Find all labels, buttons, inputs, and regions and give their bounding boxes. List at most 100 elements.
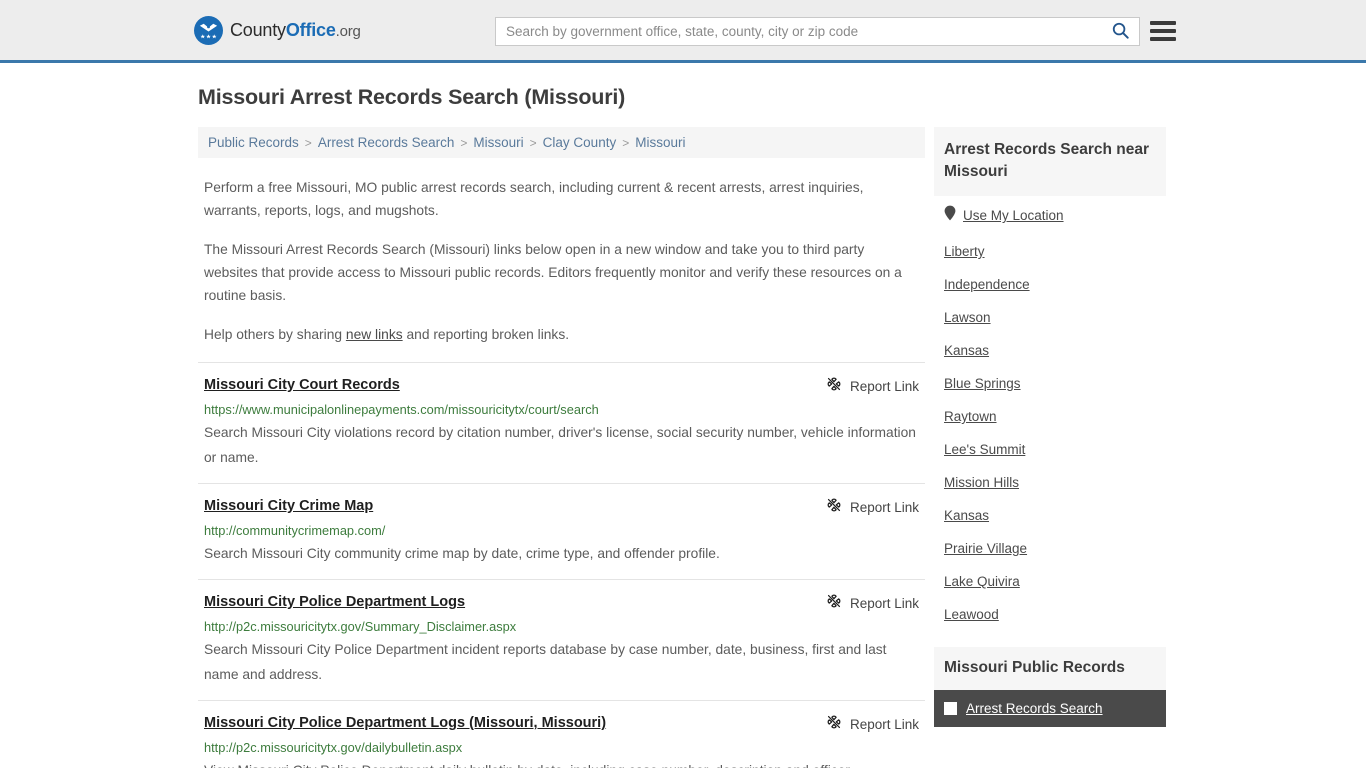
map-pin-icon <box>944 205 956 226</box>
result-description: Search Missouri City violations record b… <box>204 425 916 465</box>
use-my-location-label: Use My Location <box>963 208 1064 223</box>
result-header: Missouri City Crime Map Report Link <box>204 496 919 518</box>
eagle-shield-logo-icon <box>194 15 223 45</box>
sidebar-item-arrest-records-search[interactable]: Arrest Records Search <box>934 690 1166 727</box>
report-link-button[interactable]: Report Link <box>826 714 919 735</box>
result-header: Missouri City Police Department Logs (Mi… <box>204 713 919 735</box>
sidebar-city-label: Lake Quivira <box>944 574 1020 589</box>
sidebar-item-city[interactable]: Mission Hills <box>934 466 1166 499</box>
sidebar-city-label: Lee's Summit <box>944 442 1026 457</box>
intro-p3-before: Help others by sharing <box>204 327 346 342</box>
result-item: Missouri City Police Department Logs Repo… <box>198 579 925 700</box>
breadcrumb: Public Records > Arrest Records Search > Mis… <box>198 127 925 158</box>
sidebar-active-label: Arrest Records Search <box>966 701 1103 716</box>
result-url[interactable]: http://p2c.missouricitytx.gov/Summary_Di… <box>204 618 919 636</box>
sidebar-city-label: Prairie Village <box>944 541 1028 556</box>
logo-part-county: County <box>230 19 286 40</box>
breadcrumb-item[interactable]: Missouri <box>473 135 523 150</box>
sidebar-item-city[interactable]: Independence <box>934 268 1166 301</box>
result-url[interactable]: http://communitycrimemap.com/ <box>204 522 919 540</box>
intro-paragraph-3: Help others by sharing new links and rep… <box>204 323 919 346</box>
result-header: Missouri City Police Department Logs Repo… <box>204 592 919 614</box>
sidebar-city-label: Kansas <box>944 508 990 523</box>
sidebar-city-label: Raytown <box>944 409 997 424</box>
site-logo[interactable]: CountyOffice.org <box>194 15 361 45</box>
result-item: Missouri City Police Department Logs (Mi… <box>198 700 925 768</box>
sidebar-item-city[interactable]: Leawood <box>934 598 1166 631</box>
breadcrumb-item[interactable]: Missouri <box>635 135 685 150</box>
search-input[interactable] <box>496 18 1101 45</box>
sidebar-item-city[interactable]: Liberty <box>934 235 1166 268</box>
result-item: Missouri City Crime Map Report Link http:/… <box>198 483 925 579</box>
broken-link-icon <box>826 714 842 735</box>
main-column: Public Records > Arrest Records Search > Mis… <box>198 127 925 768</box>
report-link-button[interactable]: Report Link <box>826 593 919 614</box>
active-marker-icon <box>944 702 957 715</box>
intro-p3-after: and reporting broken links. <box>402 327 570 342</box>
result-title-link[interactable]: Missouri City Crime Map <box>204 496 373 516</box>
sidebar-item-city[interactable]: Lee's Summit <box>934 433 1166 466</box>
results-list: Missouri City Court Records Report Link ht… <box>198 362 925 768</box>
logo-part-office: Office <box>285 19 336 40</box>
sidebar-nearby-heading: Arrest Records Search near Missouri <box>934 127 1166 196</box>
result-item: Missouri City Court Records Report Link ht… <box>198 362 925 483</box>
sidebar-item-city[interactable]: Kansas <box>934 334 1166 367</box>
content-area: Public Records > Arrest Records Search > Mis… <box>198 127 1366 768</box>
sidebar-nearby-list: Use My Location Liberty Independence Lawson… <box>934 196 1166 631</box>
page-title: Missouri Arrest Records Search (Missouri… <box>198 85 626 109</box>
report-link-label: Report Link <box>849 379 919 394</box>
new-links-link[interactable]: new links <box>346 327 403 342</box>
sidebar-item-city[interactable]: Lawson <box>934 301 1166 334</box>
broken-link-icon <box>826 593 842 614</box>
result-description: Search Missouri City community crime map… <box>204 546 720 561</box>
page-body: Missouri Arrest Records Search (Missouri… <box>0 63 1366 768</box>
result-url[interactable]: http://p2c.missouricitytx.gov/dailybulle… <box>204 739 919 757</box>
report-link-label: Report Link <box>849 596 919 611</box>
logo-wordmark: CountyOffice.org <box>230 20 361 41</box>
breadcrumb-item[interactable]: Clay County <box>543 135 617 150</box>
sidebar-city-label: Kansas <box>944 343 990 358</box>
sidebar-city-label: Liberty <box>944 244 985 259</box>
sidebar-city-label: Blue Springs <box>944 376 1021 391</box>
sidebar-city-label: Mission Hills <box>944 475 1020 490</box>
search-icon <box>1111 21 1130 43</box>
logo-part-org: .org <box>335 22 361 40</box>
sidebar-item-use-my-location[interactable]: Use My Location <box>934 196 1166 235</box>
report-link-button[interactable]: Report Link <box>826 376 919 397</box>
sidebar-city-label: Independence <box>944 277 1030 292</box>
search-bar <box>495 17 1140 46</box>
sidebar-item-city[interactable]: Lake Quivira <box>934 565 1166 598</box>
sidebar: Arrest Records Search near Missouri Use … <box>934 127 1166 727</box>
sidebar-city-label: Leawood <box>944 607 999 622</box>
search-button[interactable] <box>1101 18 1139 45</box>
sidebar-item-city[interactable]: Raytown <box>934 400 1166 433</box>
report-link-button[interactable]: Report Link <box>826 497 919 518</box>
sidebar-public-records-heading: Missouri Public Records <box>934 647 1166 690</box>
sidebar-city-label: Lawson <box>944 310 991 325</box>
report-link-label: Report Link <box>849 717 919 732</box>
broken-link-icon <box>826 497 842 518</box>
breadcrumb-item[interactable]: Arrest Records Search <box>318 135 455 150</box>
sidebar-item-city[interactable]: Blue Springs <box>934 367 1166 400</box>
result-url[interactable]: https://www.municipalonlinepayments.com/… <box>204 401 919 419</box>
intro-paragraph-2: The Missouri Arrest Records Search (Miss… <box>204 242 902 303</box>
result-description: View Missouri City Police Department dai… <box>204 758 919 768</box>
intro-paragraph-1: Perform a free Missouri, MO public arres… <box>204 180 864 218</box>
result-header: Missouri City Court Records Report Link <box>204 375 919 397</box>
site-header: CountyOffice.org <box>0 0 1366 63</box>
breadcrumb-separator: > <box>460 135 468 150</box>
breadcrumb-separator: > <box>529 135 537 150</box>
sidebar-item-city[interactable]: Prairie Village <box>934 532 1166 565</box>
breadcrumb-separator: > <box>622 135 630 150</box>
breadcrumb-separator: > <box>304 135 312 150</box>
breadcrumb-item[interactable]: Public Records <box>208 135 299 150</box>
result-title-link[interactable]: Missouri City Police Department Logs <box>204 592 465 612</box>
result-description: Search Missouri City Police Department i… <box>204 642 887 682</box>
report-link-label: Report Link <box>849 500 919 515</box>
result-title-link[interactable]: Missouri City Police Department Logs (Mi… <box>204 713 606 733</box>
sidebar-item-city[interactable]: Kansas <box>934 499 1166 532</box>
broken-link-icon <box>826 376 842 397</box>
intro-text: Perform a free Missouri, MO public arres… <box>204 176 919 346</box>
result-title-link[interactable]: Missouri City Court Records <box>204 375 400 395</box>
hamburger-menu-icon[interactable] <box>1150 19 1176 43</box>
